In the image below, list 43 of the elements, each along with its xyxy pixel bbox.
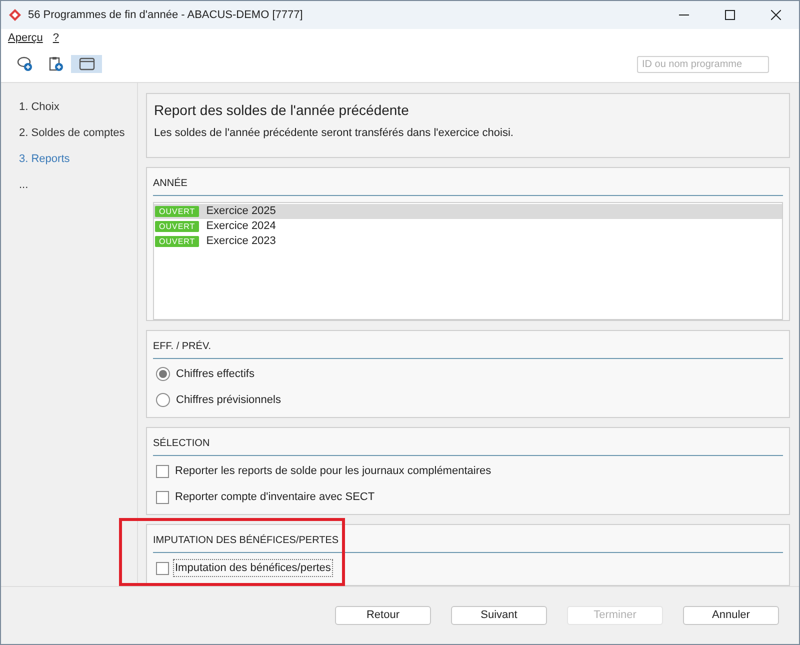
menu-item[interactable]: Aperçu — [8, 30, 43, 46]
year-label: Exercice 2023 — [206, 234, 276, 249]
option-label: Chiffres effectifs — [175, 366, 256, 382]
radio-button[interactable] — [156, 367, 170, 381]
year-label: Exercice 2024 — [206, 218, 276, 234]
page-title: Report des soldes de l'année précédente — [154, 101, 410, 120]
dialog-button[interactable]: Suivant — [451, 606, 547, 625]
step-item[interactable]: 2. Soldes de comptes — [19, 125, 137, 140]
checkbox[interactable] — [156, 464, 169, 478]
page-description: Les soldes de l'année précédente seront transférés dans l'exercice choisi. — [154, 126, 514, 141]
menu-item[interactable]: ? — [52, 30, 59, 46]
step-item[interactable]: 1. Choix — [19, 99, 137, 114]
section-title: ANNÉE — [153, 176, 783, 196]
maximize-icon — [725, 10, 735, 20]
year-row[interactable]: OUVERT Exercice 2023 — [154, 234, 782, 249]
clipboard-add-icon — [48, 56, 64, 72]
option-label: Chiffres prévisionnels — [175, 392, 282, 408]
option-label: Reporter compte d'inventaire avec SECT — [174, 490, 376, 505]
year-row[interactable]: OUVERT Exercice 2025 — [154, 204, 782, 219]
status-badge: OUVERT — [155, 236, 200, 247]
status-badge: OUVERT — [155, 206, 200, 217]
toolbar-button[interactable] — [71, 55, 102, 73]
chat-add-icon — [16, 56, 32, 72]
window-title: 56 Programmes de fin d'année - ABACUS-DEMO [7777] — [28, 8, 303, 23]
section-title: EFF. / PRÉV. — [153, 339, 783, 359]
app-logo-icon — [9, 9, 21, 21]
section-title: IMPUTATION DES BÉNÉFICES/PERTES — [153, 533, 783, 553]
option-label: Imputation des bénéfices/pertes — [173, 558, 333, 578]
dialog-button[interactable]: Retour — [335, 606, 431, 625]
option-label: Reporter les reports de solde pour les journaux complémentaires — [174, 464, 492, 479]
step-item[interactable]: 3. Reports — [19, 151, 137, 166]
close-icon — [771, 10, 781, 20]
window-icon — [78, 57, 94, 71]
checkbox[interactable] — [156, 562, 169, 574]
checkbox[interactable] — [156, 490, 169, 504]
dialog-button[interactable]: Annuler — [683, 606, 779, 625]
status-badge: OUVERT — [155, 220, 200, 232]
section-title: SÉLECTION — [153, 436, 783, 456]
radio-button[interactable] — [156, 393, 170, 407]
year-label: Exercice 2025 — [206, 204, 276, 219]
step-item[interactable]: ... — [19, 177, 137, 192]
year-row[interactable]: OUVERT Exercice 2024 — [154, 218, 782, 234]
search-field[interactable]: ID ou nom programme — [637, 56, 769, 72]
